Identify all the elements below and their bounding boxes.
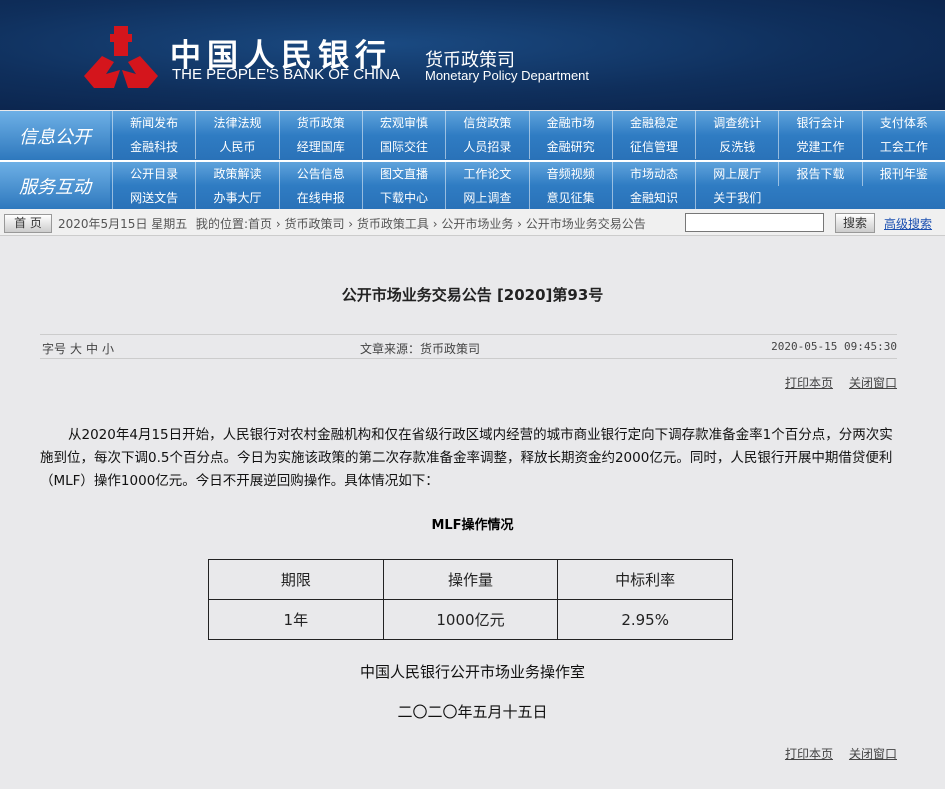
nav-item[interactable]: 公开目录 — [112, 162, 195, 186]
nav-band-label: 信息公开 — [0, 111, 110, 160]
nav-item[interactable]: 报告下载 — [778, 162, 861, 186]
nav-item[interactable]: 人员招录 — [445, 135, 528, 159]
nav-item[interactable]: 人民币 — [195, 135, 278, 159]
nav-item[interactable]: 支付体系 — [861, 111, 945, 135]
nav-item[interactable]: 关于我们 — [695, 186, 778, 210]
close-window-link[interactable]: 关闭窗口 — [849, 747, 897, 761]
print-link[interactable]: 打印本页 — [785, 376, 833, 390]
nav-band-label: 服务互动 — [0, 162, 110, 209]
breadcrumb[interactable]: 我的位置:首页 › 货币政策司 › 货币政策工具 › 公开市场业务 › 公开市场… — [196, 215, 646, 232]
nav-item[interactable]: 国际交往 — [361, 135, 445, 159]
nav-item[interactable]: 金融知识 — [611, 186, 695, 210]
article-time: 2020-05-15 09:45:30 — [771, 340, 897, 353]
nav-item[interactable]: 调查统计 — [695, 111, 778, 135]
nav-item[interactable]: 宏观审慎 — [361, 111, 445, 135]
top-links: 打印本页 关闭窗口 — [769, 374, 897, 391]
table-cell: 2.95% — [557, 599, 733, 640]
font-medium-link[interactable]: 中 — [86, 342, 98, 356]
article-source: 文章来源：货币政策司 — [360, 342, 481, 356]
advanced-search-link[interactable]: 高级搜索 — [884, 215, 932, 232]
header-cell: 期限 — [208, 559, 384, 600]
nav-item[interactable]: 政策解读 — [195, 162, 278, 186]
nav-item[interactable]: 音频视频 — [528, 162, 612, 186]
nav-item[interactable]: 信贷政策 — [445, 111, 528, 135]
nav-service-band: 服务互动 公开目录 政策解读 公告信息 图文直播 工作论文 音频视频 市场动态 网上展厅 报告下… — [0, 160, 945, 210]
home-button[interactable]: 首 页 — [4, 214, 52, 233]
header-cell: 中标利率 — [557, 559, 733, 600]
nav-item[interactable]: 意见征集 — [528, 186, 612, 210]
site-header: 中国人民银行 THE PEOPLE'S BANK OF CHINA 货币政策司 … — [0, 0, 945, 110]
search-input[interactable] — [685, 213, 824, 232]
nav-item[interactable]: 党建工作 — [778, 135, 861, 159]
nav-item[interactable]: 下载中心 — [361, 186, 445, 210]
nav-item[interactable]: 图文直播 — [361, 162, 445, 186]
font-small-link[interactable]: 小 — [102, 342, 114, 356]
nav-item[interactable]: 金融市场 — [528, 111, 612, 135]
nav-item[interactable]: 市场动态 — [611, 162, 695, 186]
nav-item[interactable]: 公告信息 — [278, 162, 362, 186]
nav-item[interactable]: 货币政策 — [278, 111, 362, 135]
nav-item[interactable]: 报刊年鉴 — [861, 162, 945, 186]
bank-name-en: THE PEOPLE'S BANK OF CHINA — [172, 66, 400, 83]
nav-info-band: 信息公开 新闻发布 法律法规 货币政策 宏观审慎 信贷政策 金融市场 金融稳定 调查统计 银行会… — [0, 111, 945, 160]
signature-date: 二〇二〇年五月十五日 — [397, 703, 548, 721]
nav-item[interactable]: 金融科技 — [112, 135, 195, 159]
current-date: 2020年5月15日 星期五 ｜ — [58, 217, 204, 231]
dept-name-en: Monetary Policy Department — [425, 68, 590, 83]
breadcrumb-bar: 首 页 2020年5月15日 星期五 ｜ 我的位置:首页 › 货币政策司 › 货… — [0, 209, 945, 236]
nav-item[interactable]: 新闻发布 — [112, 111, 195, 135]
close-window-link[interactable]: 关闭窗口 — [849, 376, 897, 390]
nav-item[interactable]: 网上调查 — [445, 186, 528, 210]
article-meta: 字号大中小 文章来源：货币政策司 2020-05-15 09:45:30 — [40, 334, 897, 359]
table-title: MLF操作情况 — [431, 518, 514, 533]
header-cell: 操作量 — [382, 559, 559, 600]
pboc-logo-icon — [84, 26, 158, 88]
nav-item[interactable]: 网上展厅 — [695, 162, 778, 186]
nav-item[interactable]: 经理国库 — [278, 135, 362, 159]
search-button[interactable]: 搜索 — [835, 213, 875, 233]
mlf-table: 期限 操作量 中标利率 1年 1000亿元 2.95% — [208, 559, 733, 640]
font-large-link[interactable]: 大 — [70, 342, 82, 356]
article-title: 公开市场业务交易公告 [2020]第93号 — [341, 286, 604, 304]
bottom-links: 打印本页 关闭窗口 — [769, 745, 897, 762]
table-row: 1年 1000亿元 2.95% — [208, 599, 733, 640]
nav-item[interactable]: 网送文告 — [112, 186, 195, 210]
nav-item[interactable]: 办事大厅 — [195, 186, 278, 210]
signature: 中国人民银行公开市场业务操作室 — [359, 663, 585, 681]
article-paragraph: 从2020年4月15日开始，人民银行对农村金融机构和仅在省级行政区域内经营的城市… — [40, 427, 893, 489]
nav-item[interactable]: 征信管理 — [611, 135, 695, 159]
nav-item[interactable]: 法律法规 — [195, 111, 278, 135]
nav-item[interactable]: 反洗钱 — [695, 135, 778, 159]
table-header-row: 期限 操作量 中标利率 — [208, 559, 733, 600]
font-size-label: 字号 — [42, 342, 67, 356]
nav-item[interactable]: 工会工作 — [861, 135, 945, 159]
nav-item[interactable]: 在线申报 — [278, 186, 362, 210]
table-cell: 1000亿元 — [382, 599, 559, 640]
nav-item[interactable]: 金融稳定 — [611, 111, 695, 135]
table-cell: 1年 — [208, 599, 384, 640]
nav-item[interactable]: 工作论文 — [445, 162, 528, 186]
nav-item[interactable]: 银行会计 — [778, 111, 861, 135]
print-link[interactable]: 打印本页 — [785, 747, 833, 761]
nav-item[interactable]: 金融研究 — [528, 135, 612, 159]
